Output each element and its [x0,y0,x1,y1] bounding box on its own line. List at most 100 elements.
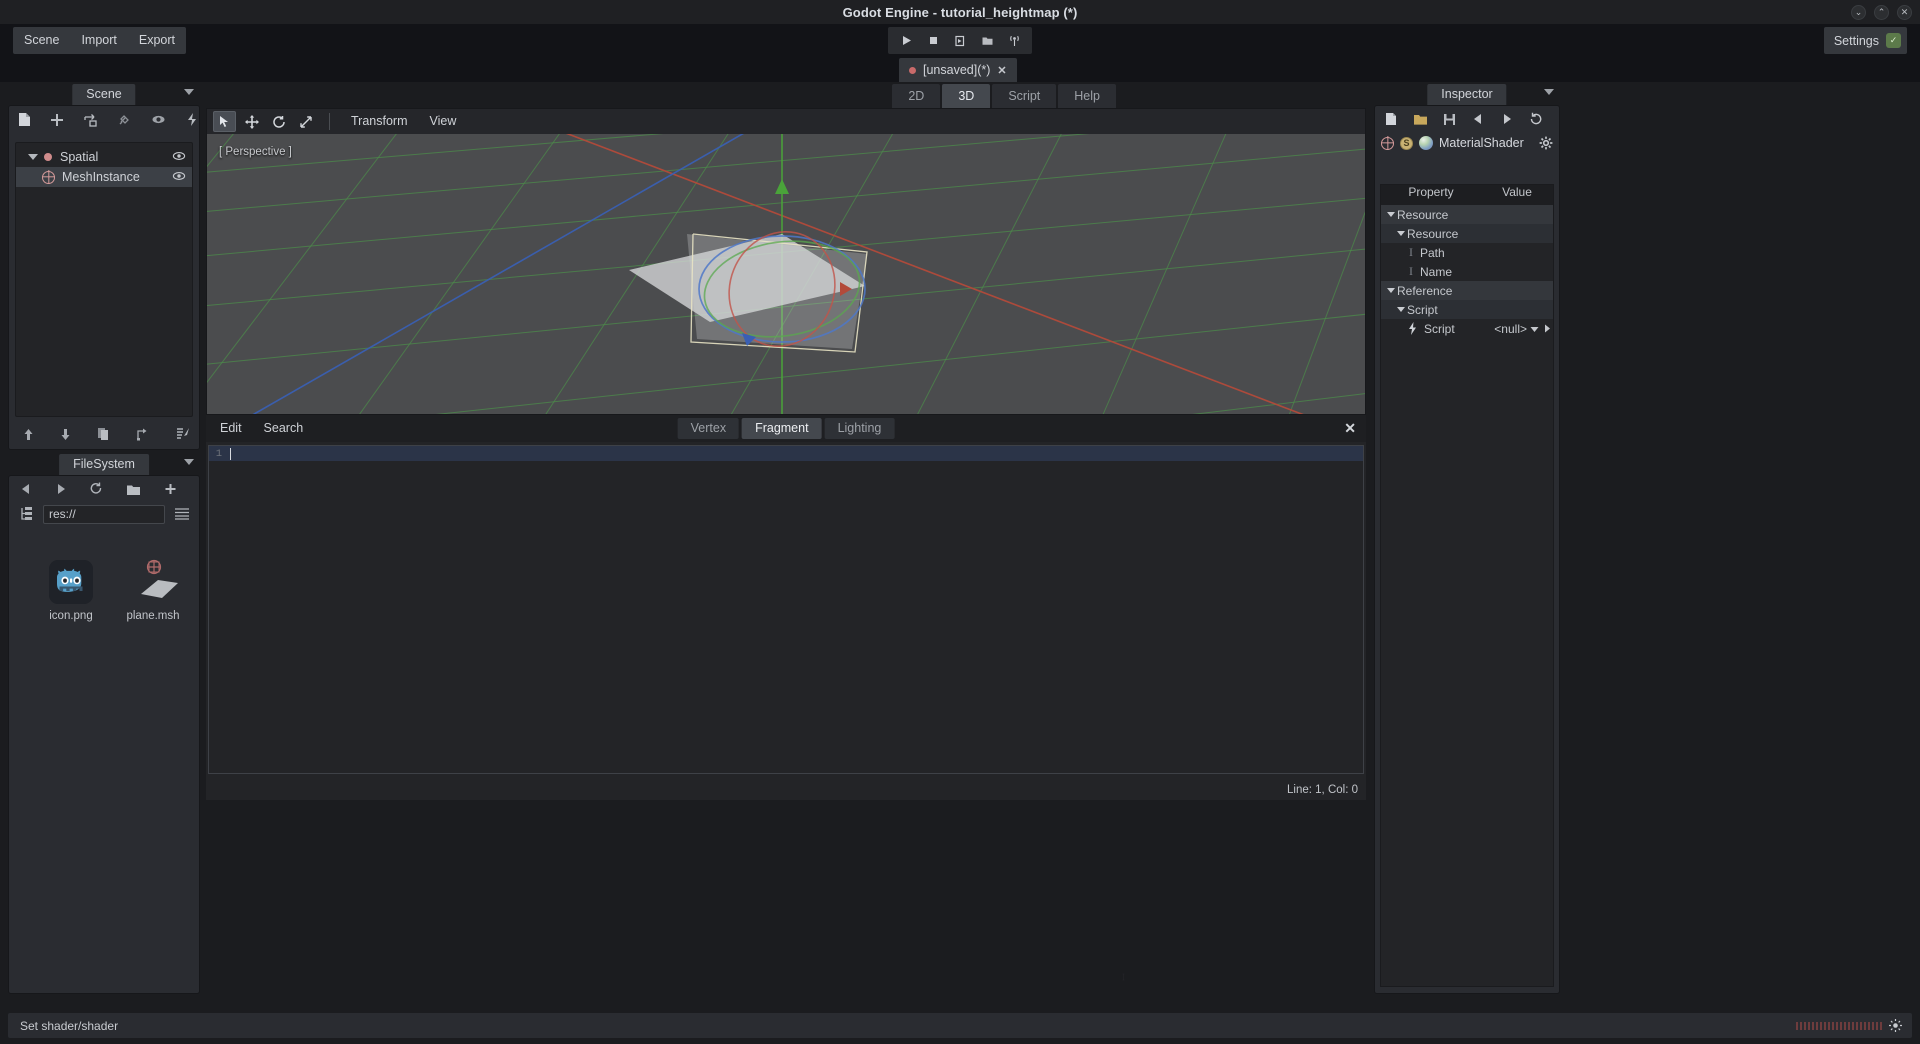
column-header-property: Property [1408,185,1454,199]
forward-icon[interactable] [1498,110,1516,128]
inspector-menu-icon[interactable] [1544,89,1554,95]
filesystem-path-input[interactable]: res:// [43,504,165,524]
shader-editor-close-icon[interactable]: ✕ [1344,420,1356,437]
back-icon[interactable] [1469,110,1487,128]
shader-tab-lighting[interactable]: Lighting [824,418,895,439]
property-row-reference-category[interactable]: Reference [1381,281,1553,300]
back-icon[interactable] [21,480,32,498]
chevron-down-icon[interactable] [1530,322,1539,336]
menu-export[interactable]: Export [128,27,186,54]
rotate-mode-button[interactable] [267,111,290,132]
move-mode-button[interactable] [240,111,263,132]
property-label: Script [1407,302,1438,317]
tab-filesystem[interactable]: FileSystem [59,454,149,475]
shader-code-editor[interactable]: 1 [208,445,1364,774]
tree-item-meshinstance[interactable]: MeshInstance [16,167,192,187]
settings-label: Settings [1833,33,1879,48]
collapse-triangle-icon[interactable] [1387,288,1395,293]
window-controls: ⌄ ⌃ ✕ [1851,0,1912,24]
scene-tab-unsaved[interactable]: [unsaved](*) ✕ [899,58,1017,82]
shader-menu-edit[interactable]: Edit [212,418,250,439]
open-resource-icon[interactable] [1411,110,1429,128]
add-icon[interactable] [164,480,177,498]
filesystem-file-list[interactable]: icon.png plane.msh [17,552,195,989]
property-label: Reference [1397,283,1453,298]
play-icon[interactable] [894,29,918,52]
light-toggle-icon[interactable] [1889,1019,1902,1032]
scale-mode-button[interactable] [294,111,317,132]
play-custom-icon[interactable] [975,29,999,52]
property-row-script[interactable]: Script <null> [1381,319,1553,338]
attach-script-icon[interactable] [117,111,132,129]
scene-tree[interactable]: Spatial MeshInstance [15,142,193,417]
filesystem-dock-menu-icon[interactable] [184,459,194,465]
visibility-icon[interactable] [151,111,166,129]
shader-menu-search[interactable]: Search [256,418,312,439]
code-line-1[interactable]: 1 [209,446,1363,461]
stop-icon[interactable] [921,29,945,52]
property-row-script-sub[interactable]: Script [1381,300,1553,319]
list-view-toggle-icon[interactable] [173,505,191,523]
viewport-menu-transform[interactable]: Transform [342,111,417,132]
menu-scene[interactable]: Scene [13,27,70,54]
file-item-plane-msh[interactable]: plane.msh [121,556,185,622]
shader-tab-vertex[interactable]: Vertex [677,418,740,439]
tree-view-toggle-icon[interactable] [17,505,35,523]
new-folder-icon[interactable] [126,480,141,498]
tab-scene[interactable]: Scene [72,84,136,105]
file-label: plane.msh [126,610,180,622]
property-row-name[interactable]: I Name [1381,262,1553,281]
visibility-toggle-icon[interactable] [172,150,186,164]
collapse-triangle-icon[interactable] [1397,307,1405,312]
scene-dock-menu-icon[interactable] [184,89,194,95]
edit-script-icon[interactable] [176,425,191,443]
tab-inspector[interactable]: Inspector [1427,84,1507,105]
add-node-icon[interactable] [50,111,64,129]
property-label: Resource [1397,207,1449,222]
visibility-toggle-icon[interactable] [172,170,186,184]
refresh-icon[interactable] [89,480,103,498]
viewport-menu-view[interactable]: View [421,111,466,132]
history-icon[interactable] [1527,110,1545,128]
file-item-icon-png[interactable]: icon.png [39,556,103,622]
shader-editor-topbar: Edit Search Vertex Fragment Lighting ✕ [206,415,1366,442]
collapse-triangle-icon[interactable] [1387,212,1395,217]
shader-tab-fragment[interactable]: Fragment [742,418,822,439]
modified-indicator-icon [909,66,916,74]
property-row-resource-sub[interactable]: Resource [1381,224,1553,243]
signals-icon[interactable] [185,111,199,129]
property-value[interactable]: <null> [1494,322,1527,336]
duplicate-icon[interactable] [97,425,110,443]
select-mode-button[interactable] [213,111,236,132]
save-resource-icon[interactable] [1440,110,1458,128]
new-resource-icon[interactable] [1382,110,1400,128]
collapse-triangle-icon[interactable] [1397,231,1405,236]
property-row-path[interactable]: I Path [1381,243,1553,262]
scene-tab-close-icon[interactable]: ✕ [997,64,1006,77]
menu-import[interactable]: Import [70,27,127,54]
reparent-icon[interactable] [136,425,150,443]
move-down-icon[interactable] [60,425,71,443]
move-up-icon[interactable] [23,425,34,443]
broadcast-icon[interactable] [1002,29,1026,52]
tree-item-spatial[interactable]: Spatial [16,147,192,167]
expand-caret-icon[interactable] [28,154,38,160]
chevron-right-icon[interactable] [1544,322,1551,336]
toolbar-separator [329,113,330,130]
viewport-3d-canvas[interactable]: [ Perspective ] [207,134,1365,414]
tab-3d[interactable]: 3D [942,84,991,108]
minimize-icon[interactable]: ⌄ [1851,4,1866,20]
property-row-resource-category[interactable]: Resource [1381,205,1553,224]
gear-icon[interactable] [1537,134,1555,152]
tab-2d[interactable]: 2D [892,84,941,108]
play-current-icon[interactable] [948,29,972,52]
new-scene-icon[interactable] [17,111,31,129]
instance-scene-icon[interactable] [83,111,98,129]
settings-button[interactable]: Settings ✓ [1823,27,1907,54]
close-icon[interactable]: ✕ [1897,4,1912,20]
spatial-node-icon [44,153,52,161]
tab-help[interactable]: Help [1058,84,1116,108]
forward-icon[interactable] [55,480,66,498]
tab-script[interactable]: Script [992,84,1057,108]
maximize-icon[interactable]: ⌃ [1874,4,1889,20]
